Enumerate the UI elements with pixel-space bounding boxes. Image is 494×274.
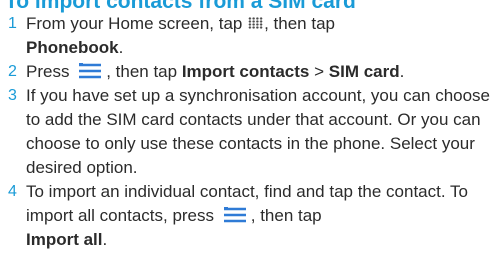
step-4: 4 To import an individual contact, find a… <box>0 180 494 252</box>
menu-lines-icon <box>76 62 104 79</box>
step-text: , then tap <box>264 14 335 33</box>
step-text: Press <box>26 62 70 81</box>
step-emphasis: Import all <box>26 230 103 249</box>
step-emphasis: Import contacts <box>181 62 310 81</box>
step-2: 2 Press , then tap Import contacts > SIM … <box>0 60 494 84</box>
step-1: 1 From your Home screen, tap , then tap Ph… <box>0 12 494 60</box>
step-number: 2 <box>8 63 17 80</box>
step-number: 1 <box>8 15 17 32</box>
step-emphasis: Phonebook <box>26 38 119 57</box>
step-text: > <box>314 62 325 81</box>
step-text: . <box>102 230 108 249</box>
step-emphasis: SIM card <box>328 62 400 81</box>
step-text: , then tap <box>250 206 322 225</box>
step-text: If you have set up a synchronisation acc… <box>26 86 491 177</box>
app-grid-icon <box>248 16 264 29</box>
step-text: . <box>118 38 124 57</box>
step-text: From your Home screen, tap <box>26 14 243 33</box>
step-text: , then tap <box>106 62 178 81</box>
menu-lines-icon <box>221 206 249 223</box>
steps-list: 1 From your Home screen, tap , then tap Ph… <box>0 12 494 252</box>
step-3: 3 If you have set up a synchronisation ac… <box>0 84 494 180</box>
step-number: 3 <box>8 87 17 104</box>
step-text: . <box>399 62 405 81</box>
document-page: To import contacts from a SIM card 1 From… <box>0 0 494 274</box>
step-number: 4 <box>8 183 17 200</box>
